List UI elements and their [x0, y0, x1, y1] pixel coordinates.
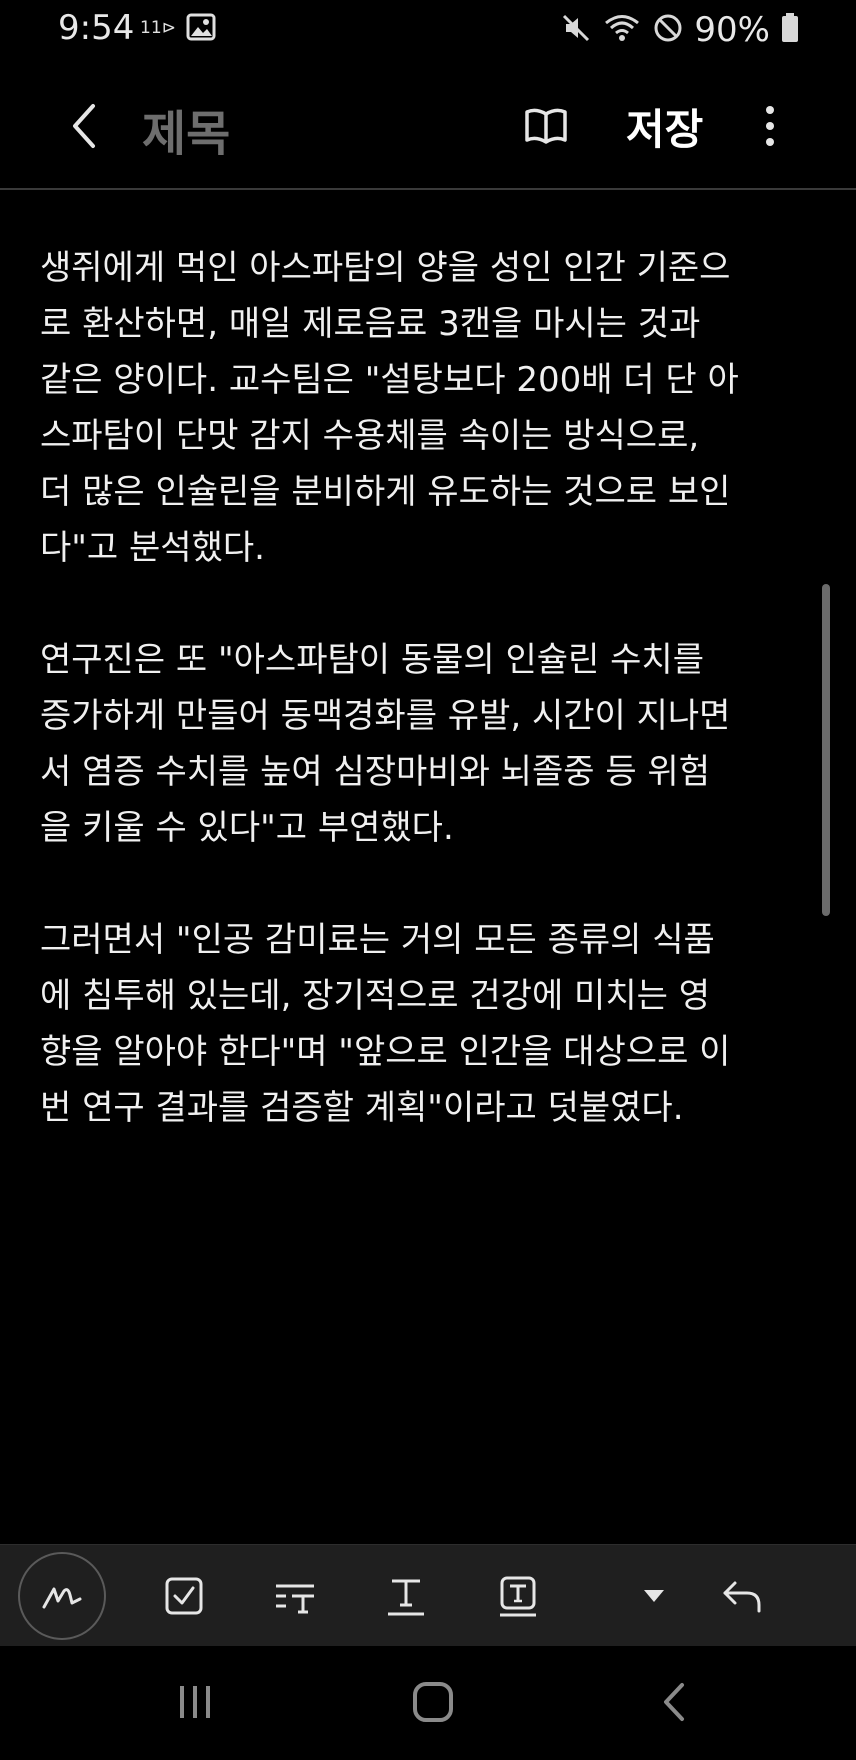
editor-header: 제목 저장	[0, 66, 856, 190]
gallery-notification-icon	[186, 12, 216, 46]
recent-apps-icon	[180, 1686, 210, 1718]
note-body-editor[interactable]: 생쥐에게 먹인 아스파탐의 양을 성인 인간 기준으 로 환산하면, 매일 제로…	[40, 240, 820, 1192]
note-paragraph-2: 연구진은 또 "아스파탐이 동물의 인슐린 수치를 증가하게 만들어 동맥경화를…	[40, 640, 731, 848]
more-options-icon	[766, 106, 774, 146]
carrier-badge: 11⊳	[140, 18, 176, 38]
carrier-badge-text: 11	[140, 18, 162, 38]
recent-apps-button[interactable]	[170, 1676, 220, 1728]
text-format-tool-button[interactable]	[384, 1545, 428, 1647]
scrollbar-thumb[interactable]	[822, 584, 830, 916]
undo-icon	[723, 1581, 761, 1613]
wifi-icon	[602, 12, 642, 48]
pen-tool-button[interactable]	[18, 1552, 106, 1640]
reader-mode-icon	[525, 108, 567, 144]
system-navigation-bar	[0, 1646, 856, 1760]
carrier-arrow-icon: ⊳	[161, 18, 176, 38]
back-button[interactable]	[58, 96, 110, 156]
battery-percent: 90%	[694, 10, 770, 50]
mute-icon	[560, 12, 592, 48]
text-style-tool-button[interactable]	[270, 1545, 320, 1647]
editing-toolbar	[0, 1544, 856, 1647]
expand-toolbar-button[interactable]	[636, 1545, 672, 1647]
system-back-icon	[664, 1683, 684, 1721]
checkbox-icon	[165, 1577, 203, 1615]
note-paragraph-1: 생쥐에게 먹인 아스파탐의 양을 성인 인간 기준으 로 환산하면, 매일 제로…	[40, 248, 739, 568]
title-input[interactable]: 제목	[142, 94, 230, 164]
status-right-group: 90%	[560, 8, 800, 52]
reader-mode-button[interactable]	[520, 100, 572, 152]
undo-button[interactable]	[718, 1545, 766, 1647]
system-back-button[interactable]	[652, 1676, 696, 1728]
caret-down-icon	[644, 1590, 664, 1602]
save-button[interactable]: 저장	[626, 96, 703, 157]
back-arrow-icon	[73, 104, 95, 148]
note-paragraph-3: 그러면서 "인공 감미료는 거의 모든 종류의 식품 에 침투해 있는데, 장기…	[40, 920, 731, 1128]
do-not-disturb-icon	[652, 12, 684, 48]
home-button[interactable]	[406, 1676, 460, 1728]
home-icon	[413, 1682, 453, 1722]
more-options-button[interactable]	[752, 96, 788, 156]
handwriting-icon	[42, 1587, 82, 1609]
checkbox-tool-button[interactable]	[156, 1545, 212, 1647]
text-style-icon	[276, 1584, 314, 1614]
text-format-icon	[388, 1579, 424, 1616]
text-box-icon	[500, 1576, 536, 1617]
battery-icon	[780, 12, 800, 48]
status-bar: 9:54 11⊳ 90%	[0, 0, 856, 60]
text-box-tool-button[interactable]	[496, 1545, 540, 1647]
status-time: 9:54	[58, 8, 135, 48]
